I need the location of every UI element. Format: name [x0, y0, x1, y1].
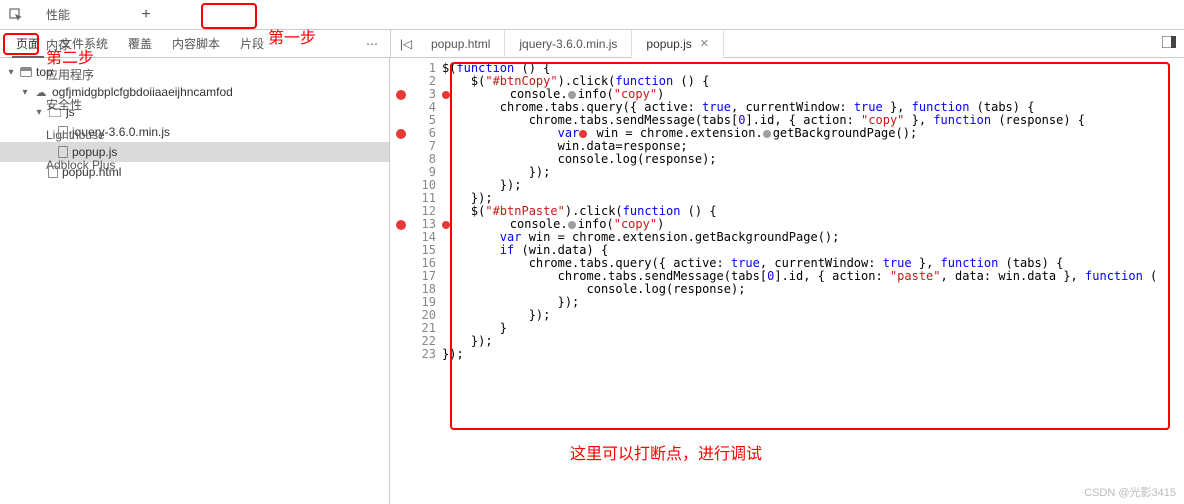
- more-icon[interactable]: ⋯: [356, 37, 390, 51]
- sub-tab[interactable]: 片段: [230, 30, 274, 58]
- close-icon[interactable]: ✕: [700, 30, 709, 58]
- toggle-sidebar-icon[interactable]: [1154, 36, 1184, 51]
- devtools-top-tabs: 欢迎元素控制台源代码网络性能内存应用程序安全性LighthouseAdblock…: [0, 0, 1184, 30]
- breakpoint-dot[interactable]: [396, 220, 406, 230]
- watermark: CSDN @光影3415: [1084, 484, 1176, 500]
- sub-tab[interactable]: 页面: [6, 30, 50, 58]
- code-editor[interactable]: 1234567891011121314151617181920212223 $(…: [390, 58, 1184, 504]
- breakpoint-gutter[interactable]: [390, 58, 412, 504]
- top-tab[interactable]: Lighthouse: [34, 120, 127, 150]
- top-tab[interactable]: 性能: [34, 0, 127, 30]
- disclosure-icon[interactable]: [20, 87, 30, 98]
- sub-tab[interactable]: 覆盖: [118, 30, 162, 58]
- top-tab[interactable]: 应用程序: [34, 60, 127, 90]
- file-tab[interactable]: jquery-3.6.0.min.js: [505, 30, 632, 58]
- sources-subrow: 页面文件系统覆盖内容脚本片段 ⋯ |◁ popup.htmljquery-3.6…: [0, 30, 1184, 58]
- sources-subtabs: 页面文件系统覆盖内容脚本片段 ⋯: [0, 30, 390, 58]
- add-tab-button[interactable]: +: [135, 6, 156, 24]
- file-tab[interactable]: popup.html: [417, 30, 505, 58]
- navigate-icon[interactable]: |◁: [395, 37, 417, 51]
- breakpoint-dot[interactable]: [396, 129, 406, 139]
- top-tab[interactable]: 安全性: [34, 90, 127, 120]
- sub-tab[interactable]: 文件系统: [50, 30, 118, 58]
- code-content[interactable]: $(function () { $("#btnCopy").click(func…: [442, 58, 1157, 504]
- editor-tabbar: |◁ popup.htmljquery-3.6.0.min.jspopup.js…: [390, 30, 1184, 58]
- main-area: top ☁ ogfjmidgbplcfgbdoiiaaeijhncamfod j…: [0, 58, 1184, 504]
- file-tab[interactable]: popup.js✕: [632, 30, 724, 58]
- sub-tab[interactable]: 内容脚本: [162, 30, 230, 58]
- disclosure-icon[interactable]: [6, 67, 16, 78]
- file-icon: [48, 166, 58, 178]
- window-icon: [20, 67, 32, 77]
- inspect-icon[interactable]: [6, 5, 26, 25]
- breakpoint-dot[interactable]: [396, 90, 406, 100]
- file-icon: [58, 146, 68, 158]
- file-icon: [58, 126, 68, 138]
- line-number-gutter: 1234567891011121314151617181920212223: [412, 58, 442, 504]
